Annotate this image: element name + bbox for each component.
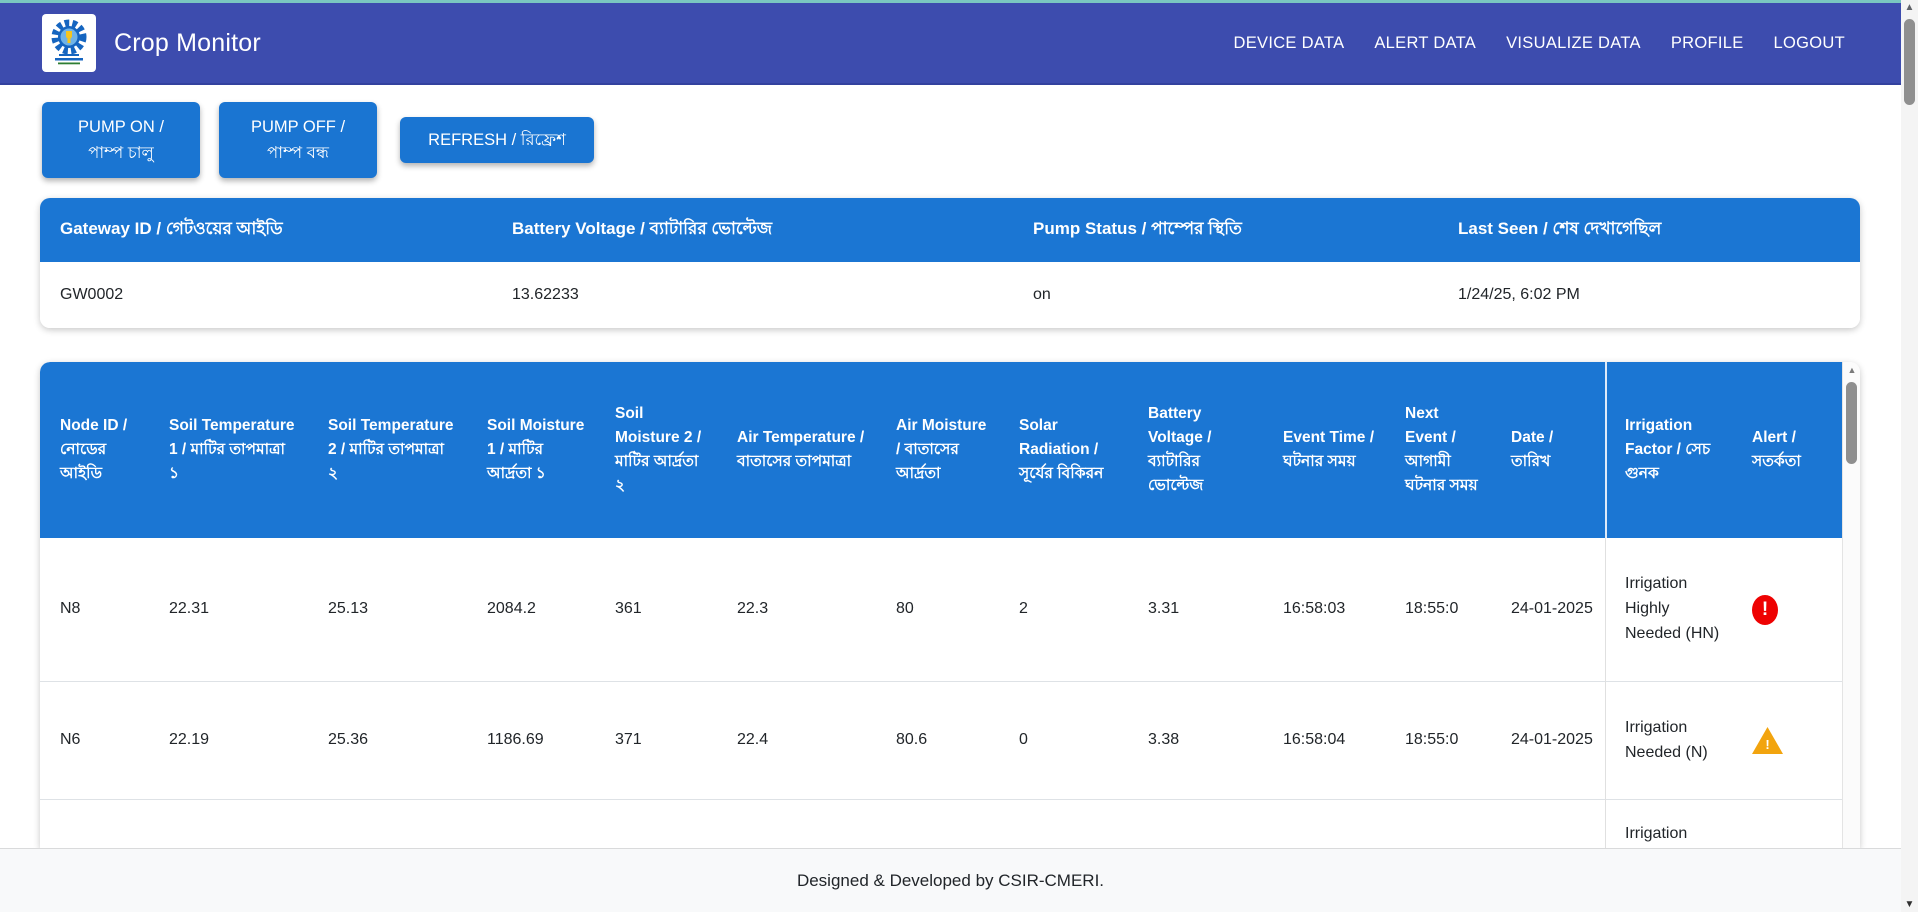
pump-off-label-bn: পাম্প বন্ধ (267, 140, 329, 166)
cell-node-id: N8 (40, 597, 149, 622)
gateway-col-pump-status: Pump Status / পাম্পের স্থিতি (1013, 216, 1438, 244)
gateway-table-header: Gateway ID / গেটওয়ের আইডি Battery Volta… (40, 198, 1860, 262)
footer-text: Designed & Developed by CSIR-CMERI. (797, 871, 1104, 891)
cell-event-time: 16:58:03 (1263, 597, 1385, 622)
gateway-col-gateway-id: Gateway ID / গেটওয়ের আইডি (40, 216, 492, 244)
col-soil-temperature-1: Soil Temperature 1 / মাটির তাপমাত্রা ১ (149, 414, 308, 486)
pump-off-label-en: PUMP OFF / (251, 114, 345, 140)
app-window: Crop Monitor DEVICE DATA ALERT DATA VISU… (0, 0, 1918, 912)
page-scrollbar[interactable]: ▲ ▼ (1901, 0, 1918, 912)
cell-date: 24-01-2025 (1491, 728, 1605, 753)
cell-air-moisture: 80 (876, 597, 999, 622)
cell-alert: ! (1732, 595, 1842, 625)
table-scrollbar[interactable]: ▲ (1842, 362, 1860, 848)
node-row-n6: N6 22.19 25.36 1186.69 371 22.4 80.6 0 3… (40, 682, 1842, 800)
nav-item-logout[interactable]: LOGOUT (1774, 34, 1845, 53)
cell-node-id: N6 (40, 728, 149, 753)
cell-irrigation-factor: Irrigation (1605, 800, 1732, 847)
node-row-partial: Irrigation (40, 800, 1842, 848)
gateway-row: GW0002 13.62233 on 1/24/25, 6:02 PM (40, 262, 1860, 328)
node-row-n8: N8 22.31 25.13 2084.2 361 22.3 80 2 3.31… (40, 538, 1842, 682)
gateway-id-value: GW0002 (40, 286, 492, 304)
nav-item-device-data[interactable]: DEVICE DATA (1234, 34, 1345, 53)
footer: Designed & Developed by CSIR-CMERI. (0, 848, 1901, 912)
cell-next-event: 18:55:0 (1385, 728, 1491, 753)
csir-logo-icon (42, 14, 96, 72)
col-battery-voltage: Battery Voltage / ব্যাটারির ভোল্টেজ (1128, 402, 1263, 498)
cell-soil-temperature-1: 22.19 (149, 728, 308, 753)
pump-on-label-bn: পাম্প চালু (88, 140, 154, 166)
col-alert: Alert / সতর্কতা (1732, 426, 1842, 474)
cell-irrigation-factor: Irrigation Highly Needed (HN) (1605, 572, 1732, 646)
node-table-header: Node ID / নোডের আইডি Soil Temperature 1 … (40, 362, 1842, 538)
cell-next-event: 18:55:0 (1385, 597, 1491, 622)
gateway-col-battery-voltage: Battery Voltage / ব্যাটারির ভোল্টেজ (492, 216, 1013, 244)
cell-air-temperature: 22.4 (717, 728, 876, 753)
cell-soil-moisture-2: 361 (595, 597, 717, 622)
cell-soil-moisture-1: 1186.69 (467, 728, 595, 753)
body-column-separator (1605, 538, 1606, 848)
cell-soil-temperature-2: 25.13 (308, 597, 467, 622)
col-soil-moisture-1: Soil Moisture 1 / মাটির আর্দ্রতা ১ (467, 414, 595, 486)
nav-item-alert-data[interactable]: ALERT DATA (1374, 34, 1476, 53)
col-soil-temperature-2: Soil Temperature 2 / মাটির তাপমাত্রা ২ (308, 414, 467, 486)
cell-solar-radiation: 0 (999, 728, 1128, 753)
col-soil-moisture-2: Soil Moisture 2 / মাটির আর্দ্রতা ২ (595, 402, 717, 498)
refresh-button[interactable]: REFRESH / রিফ্রেশ (400, 117, 594, 163)
cell-battery-voltage: 3.38 (1128, 728, 1263, 753)
pump-off-button[interactable]: PUMP OFF / পাম্প বন্ধ (219, 102, 377, 178)
col-node-id: Node ID / নোডের আইডি (40, 414, 149, 486)
gateway-pump-status-value: on (1013, 286, 1438, 304)
page-scroll-up-icon[interactable]: ▲ (1901, 2, 1918, 13)
col-solar-radiation: Solar Radiation / সূর্যের বিকিরন (999, 414, 1128, 486)
page-scrollbar-thumb[interactable] (1904, 19, 1915, 105)
critical-alert-icon: ! (1752, 595, 1778, 625)
gateway-battery-voltage-value: 13.62233 (492, 286, 1013, 304)
navbar: Crop Monitor DEVICE DATA ALERT DATA VISU… (0, 3, 1901, 85)
col-air-temperature: Air Temperature / বাতাসের তাপমাত্রা (717, 426, 876, 474)
cell-event-time: 16:58:04 (1263, 728, 1385, 753)
pump-on-label-en: PUMP ON / (78, 114, 164, 140)
col-air-moisture: Air Moisture / বাতাসের আর্দ্রতা (876, 414, 999, 486)
cell-soil-temperature-2: 25.36 (308, 728, 467, 753)
pump-controls: PUMP ON / পাম্প চালু PUMP OFF / পাম্প বন… (42, 102, 594, 178)
pump-on-button[interactable]: PUMP ON / পাম্প চালু (42, 102, 200, 178)
warning-alert-icon: ! (1752, 727, 1783, 754)
gateway-last-seen-value: 1/24/25, 6:02 PM (1438, 286, 1860, 304)
brand: Crop Monitor (42, 14, 261, 72)
node-table: Node ID / নোডের আইডি Soil Temperature 1 … (40, 362, 1842, 848)
critical-alert-glyph: ! (1762, 595, 1768, 624)
warning-alert-glyph: ! (1765, 736, 1769, 754)
csir-emblem-graphic (47, 18, 91, 68)
cell-soil-moisture-1: 2084.2 (467, 597, 595, 622)
gateway-summary-card: Gateway ID / গেটওয়ের আইডি Battery Volta… (40, 198, 1860, 328)
cell-air-moisture: 80.6 (876, 728, 999, 753)
cell-air-temperature: 22.3 (717, 597, 876, 622)
nav-item-profile[interactable]: PROFILE (1671, 34, 1744, 53)
node-data-table-card: Node ID / নোডের আইডি Soil Temperature 1 … (40, 362, 1860, 848)
col-date: Date / তারিখ (1491, 426, 1605, 474)
cell-irrigation-factor: Irrigation Needed (N) (1605, 716, 1732, 766)
nav-item-visualize-data[interactable]: VISUALIZE DATA (1506, 34, 1641, 53)
cell-battery-voltage: 3.31 (1128, 597, 1263, 622)
cell-soil-moisture-2: 371 (595, 728, 717, 753)
cell-alert: ! (1732, 727, 1842, 754)
cell-date: 24-01-2025 (1491, 597, 1605, 622)
table-scrollbar-thumb[interactable] (1846, 382, 1857, 464)
col-event-time: Event Time / ঘটনার সময় (1263, 426, 1385, 474)
nav-links: DEVICE DATA ALERT DATA VISUALIZE DATA PR… (1234, 34, 1846, 53)
gateway-col-last-seen: Last Seen / শেষ দেখাগেছিল (1438, 216, 1860, 244)
col-next-event: Next Event / আগামী ঘটনার সময় (1385, 402, 1491, 498)
page-scroll-down-icon[interactable]: ▼ (1901, 899, 1918, 910)
page-title: Crop Monitor (114, 29, 261, 58)
cell-soil-temperature-1: 22.31 (149, 597, 308, 622)
cell-solar-radiation: 2 (999, 597, 1128, 622)
col-irrigation-factor: Irrigation Factor / সেচ গুনক (1605, 414, 1732, 486)
header-column-separator (1605, 362, 1607, 538)
table-scroll-up-icon[interactable]: ▲ (1843, 365, 1860, 375)
